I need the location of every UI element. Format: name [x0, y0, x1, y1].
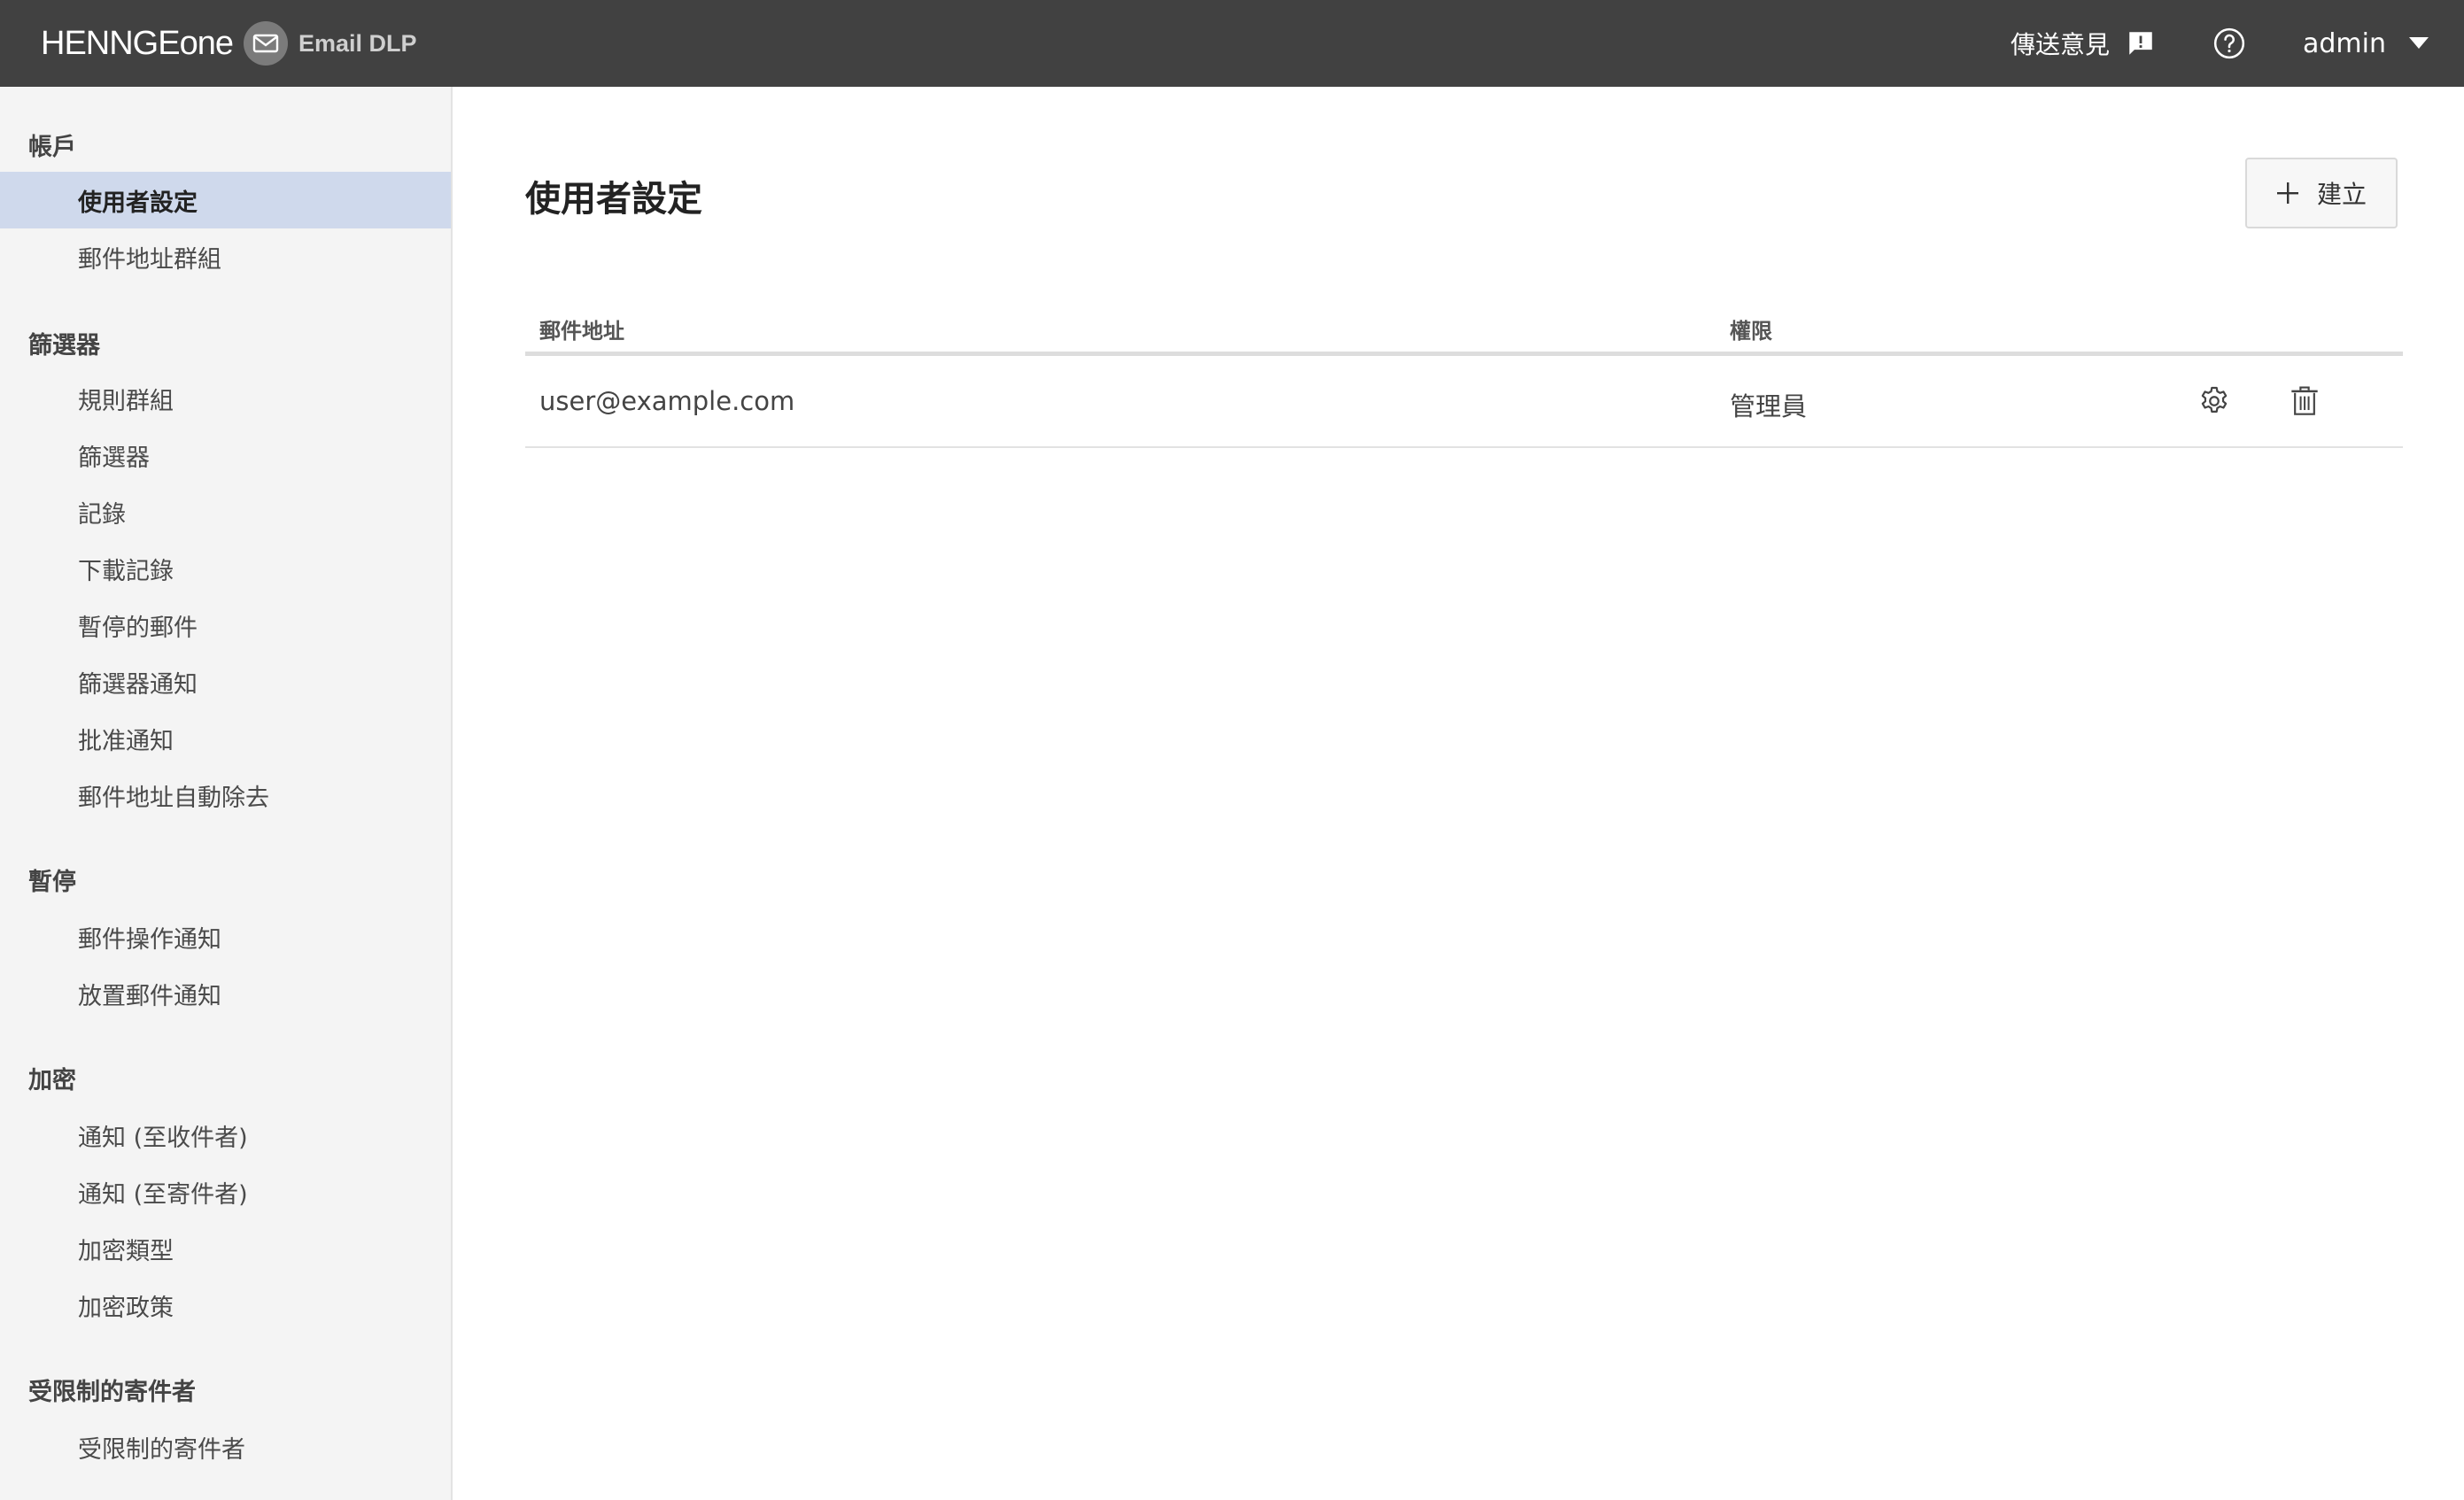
column-header-permission[interactable]: 權限	[1730, 313, 1772, 344]
user-menu[interactable]: admin	[2303, 28, 2429, 59]
gear-icon[interactable]	[2194, 381, 2235, 421]
column-header-email[interactable]: 郵件地址	[539, 313, 624, 344]
page-title: 使用者設定	[525, 179, 702, 220]
sidebar-section-restricted-senders: 受限制的寄件者	[28, 1379, 196, 1406]
sidebar-item-notify-senders[interactable]: 通知 (至寄件者)	[0, 1164, 451, 1220]
cell-email: user@example.com	[539, 386, 795, 416]
table-header: 郵件地址 權限	[525, 299, 2403, 356]
top-right-controls: 傳送意見 admin	[2011, 0, 2464, 87]
sidebar-section-account: 帳戶	[28, 134, 76, 161]
sidebar-item-address-groups[interactable]: 郵件地址群組	[0, 228, 451, 285]
table-row: user@example.com 管理員	[525, 356, 2403, 448]
sidebar-item-encryption-types[interactable]: 加密類型	[0, 1220, 451, 1277]
cell-permission: 管理員	[1730, 391, 1808, 421]
sidebar-item-user-settings[interactable]: 使用者設定	[0, 172, 451, 228]
sidebar-item-mail-operation-notifications[interactable]: 郵件操作通知	[0, 909, 451, 965]
sidebar-item-notify-recipients[interactable]: 通知 (至收件者)	[0, 1107, 451, 1164]
sidebar-item-filter-notifications[interactable]: 篩選器通知	[0, 653, 451, 710]
sidebar-item-encryption-policies[interactable]: 加密政策	[0, 1277, 451, 1334]
top-bar: HENNGEone Email DLP 傳送意見 admin	[0, 0, 2464, 87]
sidebar-item-restricted-senders[interactable]: 受限制的寄件者	[0, 1419, 451, 1475]
brand-logo[interactable]: HENNGEone Email DLP	[41, 0, 417, 87]
user-name: admin	[2303, 27, 2386, 59]
trash-icon[interactable]	[2284, 381, 2325, 421]
mail-icon	[243, 21, 288, 66]
product-name: Email DLP	[298, 29, 417, 57]
sidebar-item-logs[interactable]: 記錄	[0, 483, 451, 540]
sidebar-section-encryption: 加密	[28, 1067, 76, 1094]
feedback-button[interactable]: 傳送意見	[2011, 26, 2156, 61]
caret-down-icon	[2409, 37, 2429, 50]
help-icon[interactable]	[2212, 27, 2246, 60]
sidebar-item-address-auto-removal[interactable]: 郵件地址自動除去	[0, 767, 451, 823]
plus-icon	[2276, 182, 2299, 205]
create-button[interactable]: 建立	[2245, 158, 2398, 228]
users-table: 郵件地址 權限 user@example.com 管理員	[525, 299, 2403, 448]
feedback-icon	[2129, 32, 2152, 55]
feedback-label: 傳送意見	[2010, 30, 2110, 59]
brand-name: HENNGEone	[41, 24, 234, 62]
main-content: 使用者設定 建立 郵件地址 權限 user@example.com 管理員	[454, 87, 2464, 1500]
sidebar-item-rule-groups[interactable]: 規則群組	[0, 370, 451, 427]
sidebar-section-hold: 暫停	[28, 869, 76, 896]
sidebar-item-approval-notifications[interactable]: 批准通知	[0, 710, 451, 767]
sidebar-item-download-logs[interactable]: 下載記錄	[0, 540, 451, 597]
sidebar-item-held-mail[interactable]: 暫停的郵件	[0, 597, 451, 653]
sidebar-section-filters: 篩選器	[28, 332, 100, 360]
sidebar: 帳戶 使用者設定 郵件地址群組 篩選器 規則群組 篩選器 記錄 下載記錄 暫停的…	[0, 87, 453, 1500]
sidebar-item-release-mail-notifications[interactable]: 放置郵件通知	[0, 965, 451, 1022]
create-button-label: 建立	[2316, 181, 2367, 208]
sidebar-item-filters[interactable]: 篩選器	[0, 427, 451, 483]
